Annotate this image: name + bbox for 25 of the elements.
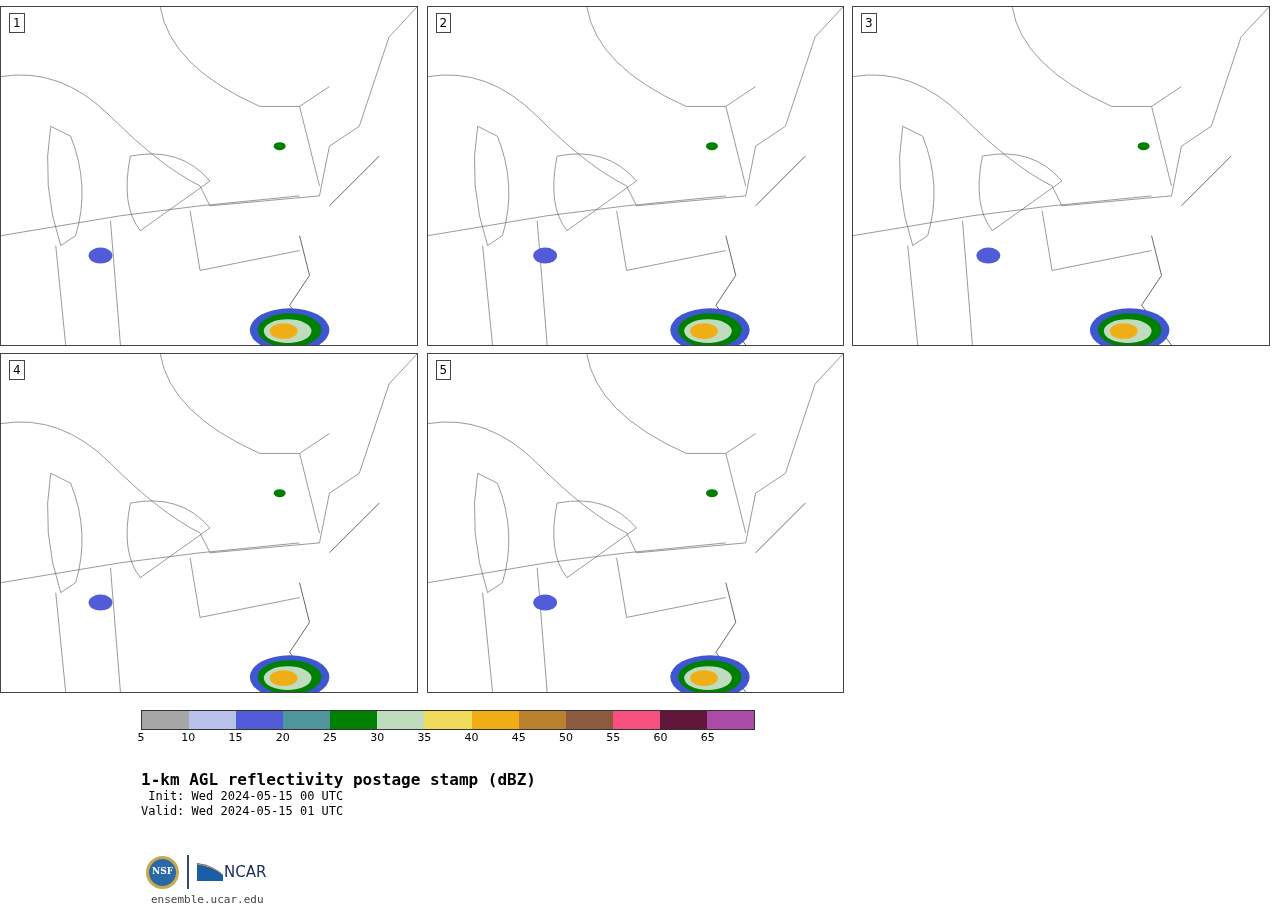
tick-label: 25 [322, 731, 337, 745]
tick-label: 55 [606, 731, 621, 745]
tick-label: 60 [653, 731, 668, 745]
panel-number: 5 [435, 360, 452, 380]
panel-number: 4 [9, 360, 25, 380]
panel-number: 2 [435, 13, 452, 33]
tick-label: 50 [559, 731, 574, 745]
tick-label: 45 [511, 731, 526, 745]
valid-time: Valid: Wed 2024-05-15 01 UTC [141, 804, 344, 819]
tick-label: 5 [137, 731, 145, 745]
panel-number: 3 [861, 13, 877, 33]
site-url: ensemble.ucar.edu [151, 893, 264, 906]
panel-number: 1 [9, 13, 25, 33]
ncar-logo-text: NCAR [224, 863, 267, 881]
tick-label: 35 [417, 731, 432, 745]
nsf-logo: NSF [146, 855, 179, 889]
tick-label: 65 [700, 731, 715, 745]
init-time: Init: Wed 2024-05-15 00 UTC [147, 789, 344, 804]
plot-title: 1-km AGL reflectivity postage stamp (dBZ) [141, 771, 536, 789]
tick-label: 10 [181, 731, 196, 745]
swoosh-icon [197, 863, 223, 881]
tick-label: 30 [370, 731, 385, 745]
tick-label: 20 [275, 731, 290, 745]
tick-label: 40 [464, 731, 479, 745]
tick-label: 15 [228, 731, 243, 745]
